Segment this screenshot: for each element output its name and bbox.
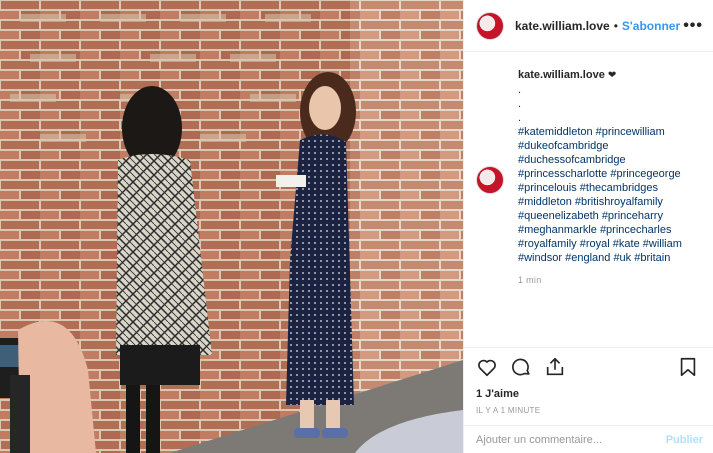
hashtag-link[interactable]: #duchessofcambridge [518,154,626,166]
hashtag-link[interactable]: #princesscharlotte [518,168,607,180]
hashtag-link[interactable]: #britain [634,252,670,264]
hashtag-link[interactable]: #princewilliam [596,126,665,138]
comment-icon[interactable] [510,356,534,380]
post-sidebar: kate.william.love • S'abonner ••• kate.w… [463,0,713,453]
post-header: kate.william.love • S'abonner ••• [464,0,713,52]
black-heart-icon: ❤ [607,70,617,81]
hashtag-link[interactable]: #princelouis [518,182,577,194]
post-photo[interactable] [0,0,463,453]
caption-dots: . . . [518,83,704,125]
likes-count[interactable]: 1 J'aime [476,388,701,400]
caption-dot: . [518,98,522,110]
caption-time: 1 min [518,275,542,285]
comment-bar: Publier [464,425,713,453]
heart-icon[interactable] [476,356,500,380]
hashtag-link[interactable]: #england [565,252,610,264]
hashtag-link[interactable]: #princegeorge [610,168,680,180]
caption-avatar[interactable] [476,166,504,194]
hashtag-link[interactable]: #thecambridges [580,182,658,194]
caption-dot: . [518,84,522,96]
avatar[interactable] [476,11,504,40]
more-options-icon[interactable]: ••• [683,17,703,35]
hashtag-link[interactable]: #princeharry [602,210,663,222]
hashtag-link[interactable]: #middleton [518,196,572,208]
hashtag-list: #katemiddleton #princewilliam #dukeofcam… [518,125,704,265]
hashtag-link[interactable]: #dukeofcambridge [518,140,609,152]
photo-scene [0,0,463,453]
hashtag-link[interactable]: #windsor [518,252,562,264]
action-bar: 1 J'aime IL Y A 1 MINUTE [464,347,713,415]
hashtag-link[interactable]: #royal [580,238,610,250]
caption: kate.william.love ❤ . . . #katemiddleton… [476,68,704,287]
caption-body: kate.william.love ❤ . . . #katemiddleton… [518,68,704,287]
header-separator: • [613,18,618,33]
hashtag-link[interactable]: #kate [613,238,640,250]
hashtag-link[interactable]: #princecharles [600,224,672,236]
bookmark-icon[interactable] [677,356,701,380]
follow-button[interactable]: S'abonner [622,19,680,33]
hashtag-link[interactable]: #queenelizabeth [518,210,599,222]
post-timestamp: IL Y A 1 MINUTE [476,406,541,415]
share-icon[interactable] [544,356,568,380]
caption-username[interactable]: kate.william.love [518,69,605,81]
hashtag-link[interactable]: #william [643,238,682,250]
comment-input[interactable] [476,433,666,446]
hashtag-link[interactable]: #royalfamily [518,238,577,250]
instagram-post: kate.william.love • S'abonner ••• kate.w… [0,0,713,453]
hashtag-link[interactable]: #meghanmarkle [518,224,597,236]
header-username[interactable]: kate.william.love [515,19,610,33]
hashtag-link[interactable]: #britishroyalfamily [575,196,663,208]
caption-dot: . [518,112,522,124]
hashtag-link[interactable]: #uk [613,252,631,264]
publish-button[interactable]: Publier [666,434,703,446]
hashtag-link[interactable]: #katemiddleton [518,126,593,138]
